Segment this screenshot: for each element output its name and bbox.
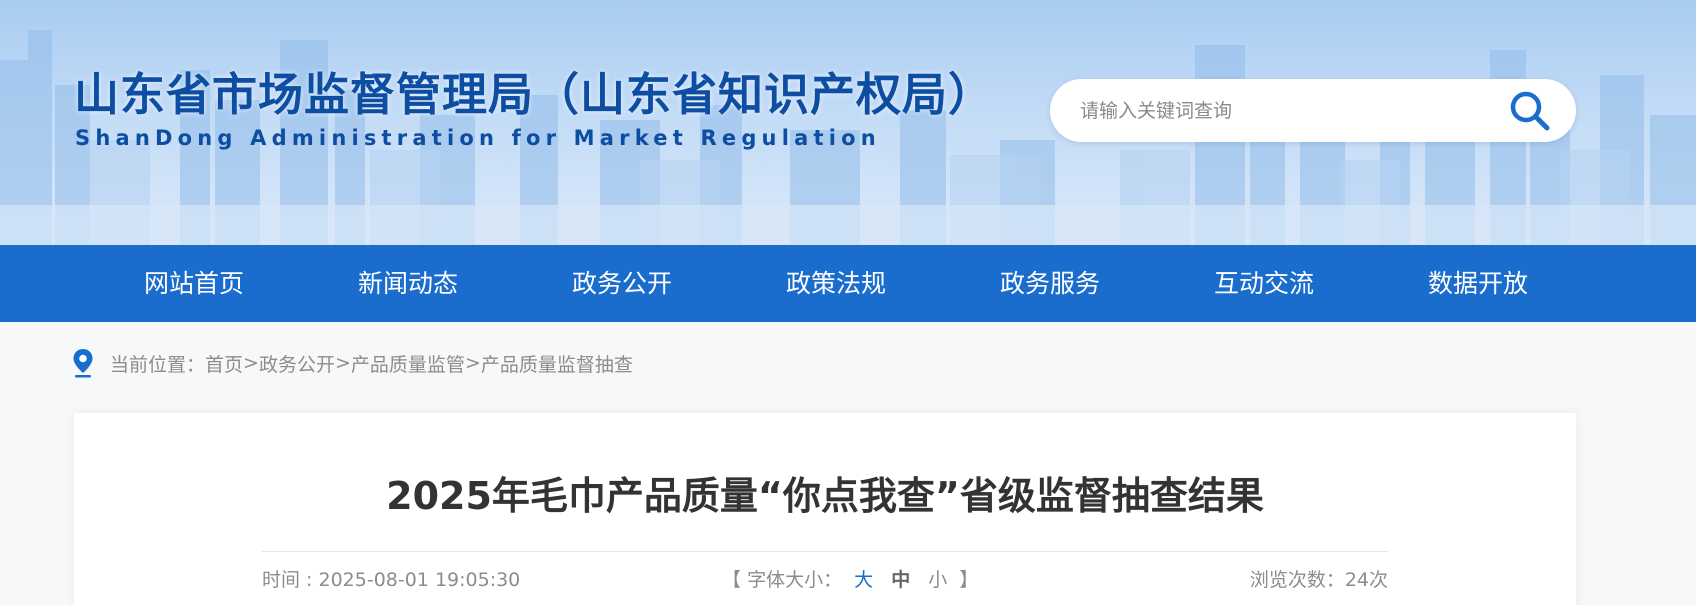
breadcrumb-prefix: 当前位置： <box>110 353 206 376</box>
search-box <box>1050 79 1576 142</box>
breadcrumb-item-gov-affairs[interactable]: 政务公开 <box>259 350 335 377</box>
nav-item-gov-affairs[interactable]: 政务公开 <box>532 245 712 322</box>
font-size-small-button[interactable]: 小 <box>928 569 947 591</box>
publish-time: 时间 : 2025-08-01 19:05:30 <box>262 569 521 591</box>
breadcrumb-separator: > <box>243 352 259 374</box>
header-banner: 山东省市场监督管理局（山东省知识产权局） ShanDong Administra… <box>0 0 1696 245</box>
font-size-label: 字体大小： <box>747 569 843 591</box>
search-button[interactable] <box>1504 85 1556 137</box>
site-subtitle: ShanDong Administration for Market Regul… <box>75 126 881 150</box>
title-divider <box>262 551 1388 552</box>
nav-item-open-data[interactable]: 数据开放 <box>1388 245 1568 322</box>
search-input[interactable] <box>1080 79 1480 142</box>
nav-item-interaction[interactable]: 互动交流 <box>1174 245 1354 322</box>
breadcrumb-item-home[interactable]: 首页 <box>205 350 243 377</box>
breadcrumb-separator: > <box>464 352 481 374</box>
article-title: 2025年毛巾产品质量“你点我查”省级监督抽查结果 <box>386 474 1264 518</box>
article-card: 2025年毛巾产品质量“你点我查”省级监督抽查结果 时间 : 2025-08-0… <box>74 413 1576 605</box>
breadcrumb: 当前位置： 首页 > 政务公开 > 产品质量监管 > 产品质量监督抽查 <box>72 346 633 380</box>
view-count: 浏览次数：24次 <box>1249 569 1388 591</box>
nav-item-policies[interactable]: 政策法规 <box>746 245 926 322</box>
font-size-close-bracket: 】 <box>959 569 979 591</box>
breadcrumb-item-quality-inspection[interactable]: 产品质量监督抽查 <box>481 350 633 377</box>
font-size-medium-button[interactable]: 中 <box>891 569 910 591</box>
main-nav: 网站首页 新闻动态 政务公开 政策法规 政务服务 互动交流 数据开放 <box>0 245 1696 322</box>
nav-item-news[interactable]: 新闻动态 <box>318 245 498 322</box>
site-title: 山东省市场监督管理局（山东省知识产权局） <box>74 68 995 121</box>
breadcrumb-separator: > <box>334 352 351 374</box>
location-pin-icon <box>73 349 93 378</box>
nav-item-gov-services[interactable]: 政务服务 <box>960 245 1140 322</box>
search-icon <box>1510 91 1550 131</box>
font-size-large-button[interactable]: 大 <box>854 569 873 591</box>
breadcrumb-item-quality-supervision[interactable]: 产品质量监管 <box>351 350 465 377</box>
font-size-control: 【 字体大小： 大 中 小 】 <box>722 565 978 592</box>
nav-item-home[interactable]: 网站首页 <box>104 245 284 322</box>
font-size-open-bracket: 【 <box>722 569 742 591</box>
